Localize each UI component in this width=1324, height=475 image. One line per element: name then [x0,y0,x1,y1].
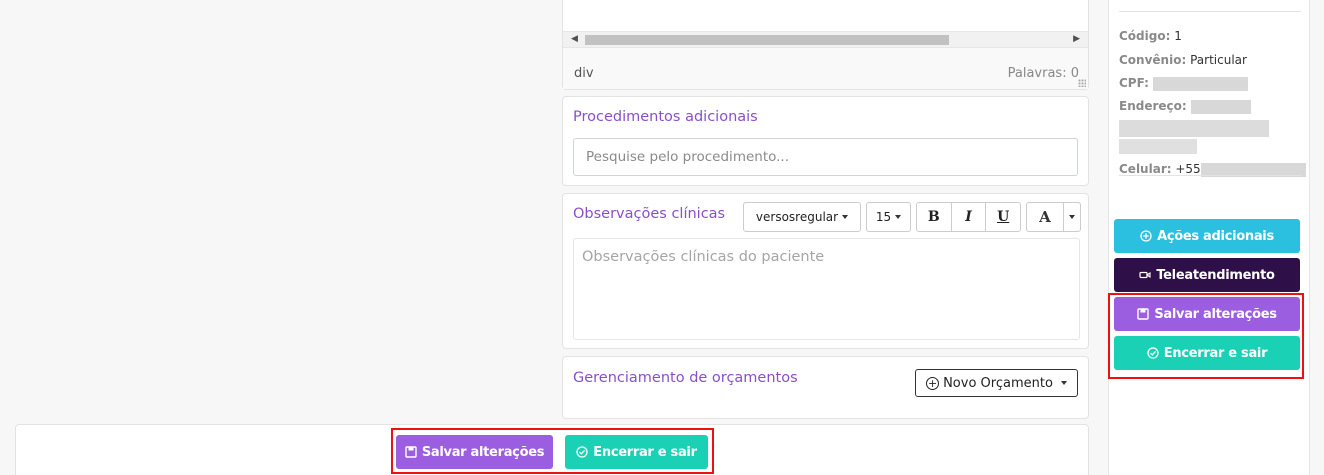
patient-code: Código: 1 [1119,29,1182,43]
procedures-card: Procedimentos adicionais [562,96,1089,186]
font-size-value: 15 [875,210,892,224]
italic-button[interactable]: I [952,203,987,231]
budget-card: Gerenciamento de orçamentos + Novo Orçam… [562,356,1089,419]
redacted-value [1119,139,1197,154]
editor-content-area[interactable] [563,0,1088,31]
highlight-box-bottom [391,428,714,474]
underline-button[interactable]: U [986,203,1020,231]
word-count: Palavras: 0 [1007,66,1079,81]
budget-title: Gerenciamento de orçamentos [573,370,798,386]
plus-circle-icon [1140,230,1152,242]
resize-grip-icon[interactable] [1078,79,1086,87]
additional-actions-label: Ações adicionais [1157,228,1274,244]
divider [1119,175,1301,176]
text-color-group: A [1026,202,1081,232]
font-size-dropdown[interactable]: 15 [866,202,911,232]
additional-actions-button[interactable]: Ações adicionais [1114,219,1300,253]
horizontal-scrollbar[interactable]: ◀ ▶ [563,31,1088,47]
element-path: div [574,66,594,81]
caret-down-icon [1069,215,1075,219]
patient-insurance: Convênio: Particular [1119,53,1247,67]
font-family-dropdown[interactable]: versosregular [743,202,861,232]
caret-down-icon [842,215,849,219]
scrollbar-thumb[interactable] [585,35,949,45]
plus-circle-icon: + [926,376,940,390]
procedures-title: Procedimentos adicionais [573,109,758,125]
teleconsult-label: Teleatendimento [1156,267,1275,283]
scroll-left-icon[interactable]: ◀ [571,34,578,44]
caret-down-icon [895,215,902,219]
notes-editor: ◀ ▶ div Palavras: 0 [562,0,1089,90]
highlight-box-sidebar [1108,293,1304,379]
new-budget-button[interactable]: + Novo Orçamento [915,369,1078,397]
text-color-dropdown[interactable] [1064,203,1080,231]
bold-button[interactable]: B [917,203,952,231]
caret-down-icon [1060,381,1067,385]
redacted-value [1190,99,1251,114]
divider [1119,11,1301,12]
clinical-notes-textarea[interactable]: Observações clínicas do paciente [573,238,1080,340]
scroll-right-icon[interactable]: ▶ [1073,34,1080,44]
new-budget-label: Novo Orçamento [943,375,1053,391]
text-color-button[interactable]: A [1027,203,1064,231]
editor-statusbar: div Palavras: 0 [563,47,1088,89]
clinical-notes-card: Observações clínicas versosregular 15 B … [562,193,1089,349]
patient-cpf: CPF: [1119,76,1248,91]
redacted-value [1152,76,1248,91]
patient-address: Endereço: [1119,99,1251,114]
font-family-value: versosregular [755,210,839,224]
redacted-value [1119,120,1269,137]
teleconsult-button[interactable]: Teleatendimento [1114,258,1300,292]
clinical-notes-title: Observações clínicas [573,206,726,222]
procedure-search-input[interactable] [573,138,1078,176]
video-camera-icon [1139,271,1151,279]
text-style-group: B I U [916,202,1021,232]
